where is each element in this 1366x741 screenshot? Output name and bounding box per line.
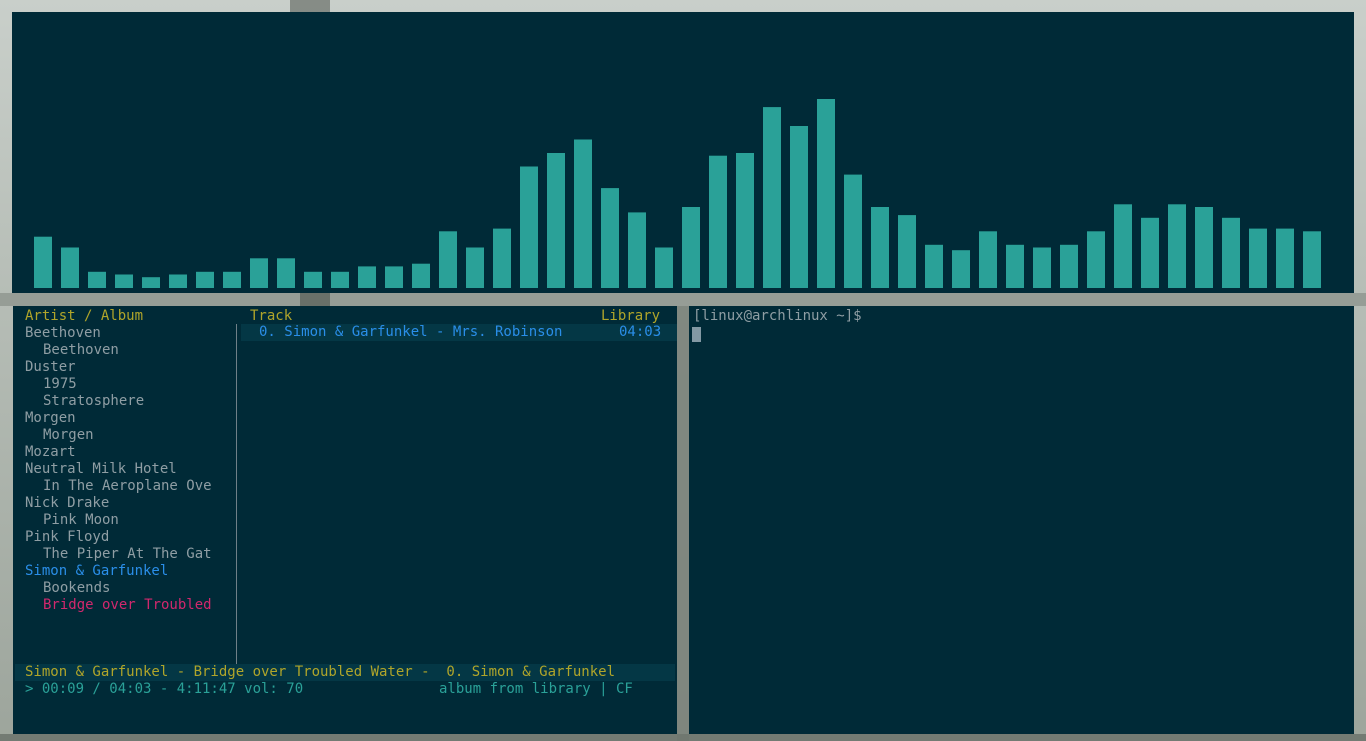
spectrum-bar — [520, 166, 538, 288]
spectrum-bar — [466, 247, 484, 288]
spectrum-bar — [682, 207, 700, 288]
spectrum-bar — [1006, 244, 1024, 288]
spectrum-bar — [196, 271, 214, 288]
artist-item[interactable]: Pink Floyd — [25, 529, 109, 546]
artist-album-header: Artist / Album — [25, 308, 144, 324]
spectrum-bar — [628, 212, 646, 288]
wallpaper-line — [0, 293, 1366, 306]
track-duration: 04:03 — [619, 324, 662, 340]
album-item[interactable]: Stratosphere — [43, 393, 144, 410]
spectrum-bars — [34, 99, 1321, 288]
artist-item[interactable]: Morgen — [25, 410, 76, 427]
spectrum-bar — [1114, 204, 1132, 288]
spectrum-bar — [88, 271, 106, 288]
spectrum-bar — [871, 207, 889, 288]
spectrum-bar — [1303, 231, 1321, 288]
album-item[interactable]: 1975 — [43, 376, 77, 393]
spectrum-bar — [34, 236, 52, 288]
spectrum-bar — [979, 231, 997, 288]
spectrum-bar — [952, 250, 970, 288]
spectrum-bar — [763, 107, 781, 288]
text-cursor[interactable] — [692, 327, 701, 342]
spectrum-bar — [115, 274, 133, 288]
artist-item[interactable]: Beethoven — [25, 325, 101, 342]
spectrum-bar — [817, 99, 835, 288]
spectrum-bar — [709, 155, 727, 288]
artist-item[interactable]: Duster — [25, 359, 76, 376]
spectrum-bar — [1222, 217, 1240, 288]
artist-item[interactable]: Mozart — [25, 444, 76, 461]
album-item[interactable]: Bridge over Troubled — [43, 597, 212, 614]
track-row[interactable]: 0. Simon & Garfunkel - Mrs. Robinson 04:… — [241, 324, 677, 341]
album-item[interactable]: The Piper At The Gat — [43, 546, 212, 563]
audio-visualizer — [12, 12, 1354, 293]
spectrum-bar — [304, 271, 322, 288]
spectrum-bar — [1276, 228, 1294, 288]
library-header: Library — [601, 308, 661, 324]
spectrum-bar — [844, 174, 862, 288]
spectrum-bar — [412, 263, 430, 288]
spectrum-bar — [277, 258, 295, 288]
track-header: Track — [250, 308, 293, 324]
wallpaper-line — [300, 293, 330, 306]
shell-prompt: [linux@archlinux ~]$ — [693, 308, 862, 324]
playback-status-bar: > 00:09 / 04:03 - 4:11:47 vol: 70 album … — [15, 681, 675, 698]
spectrum-bar — [790, 126, 808, 288]
album-item[interactable]: Beethoven — [43, 342, 119, 359]
pane-divider — [236, 324, 237, 664]
spectrum-bar — [61, 247, 79, 288]
terminal-window[interactable]: [linux@archlinux ~]$ — [689, 306, 1354, 734]
spectrum-bar — [493, 228, 511, 288]
artist-item[interactable]: Simon & Garfunkel — [25, 563, 168, 580]
artist-item[interactable]: Nick Drake — [25, 495, 109, 512]
now-playing-text: Simon & Garfunkel - Bridge over Troubled… — [25, 664, 616, 680]
playback-position: > 00:09 / 04:03 - 4:11:47 vol: 70 — [25, 681, 304, 697]
spectrum-bar — [655, 247, 673, 288]
artist-item[interactable]: Neutral Milk Hotel — [25, 461, 177, 478]
wallpaper-line — [0, 734, 1366, 741]
spectrum-bar — [898, 215, 916, 288]
cmus-window[interactable]: Artist / Album Track Library Beethoven Be… — [13, 306, 677, 734]
spectrum-bar — [385, 266, 403, 288]
spectrum-bar — [925, 244, 943, 288]
album-item[interactable]: In The Aeroplane Ove — [43, 478, 212, 495]
spectrum-bar — [601, 188, 619, 288]
spectrum-bar — [1033, 247, 1051, 288]
spectrum-bar — [331, 271, 349, 288]
spectrum-bar — [439, 231, 457, 288]
spectrum-bar — [1249, 228, 1267, 288]
album-item[interactable]: Pink Moon — [43, 512, 119, 529]
spectrum-bar — [1087, 231, 1105, 288]
spectrum-bar — [574, 139, 592, 288]
wallpaper-line — [290, 0, 330, 12]
spectrum-bar — [1195, 207, 1213, 288]
spectrum-bar — [736, 153, 754, 288]
playback-mode: album from library | CF — [439, 681, 633, 697]
spectrum-bar — [358, 266, 376, 288]
spectrum-bar — [547, 153, 565, 288]
now-playing-bar: Simon & Garfunkel - Bridge over Troubled… — [15, 664, 675, 681]
wallpaper-line — [677, 306, 689, 741]
spectrum-bar — [1168, 204, 1186, 288]
spectrum-bar — [169, 274, 187, 288]
album-item[interactable]: Morgen — [43, 427, 94, 444]
spectrum-bar — [223, 271, 241, 288]
album-item[interactable]: Bookends — [43, 580, 110, 597]
track-title: 0. Simon & Garfunkel - Mrs. Robinson — [259, 324, 563, 340]
spectrum-bar — [1060, 244, 1078, 288]
spectrum-bar — [142, 277, 160, 288]
spectrum-bar — [1141, 217, 1159, 288]
spectrum-bar — [250, 258, 268, 288]
